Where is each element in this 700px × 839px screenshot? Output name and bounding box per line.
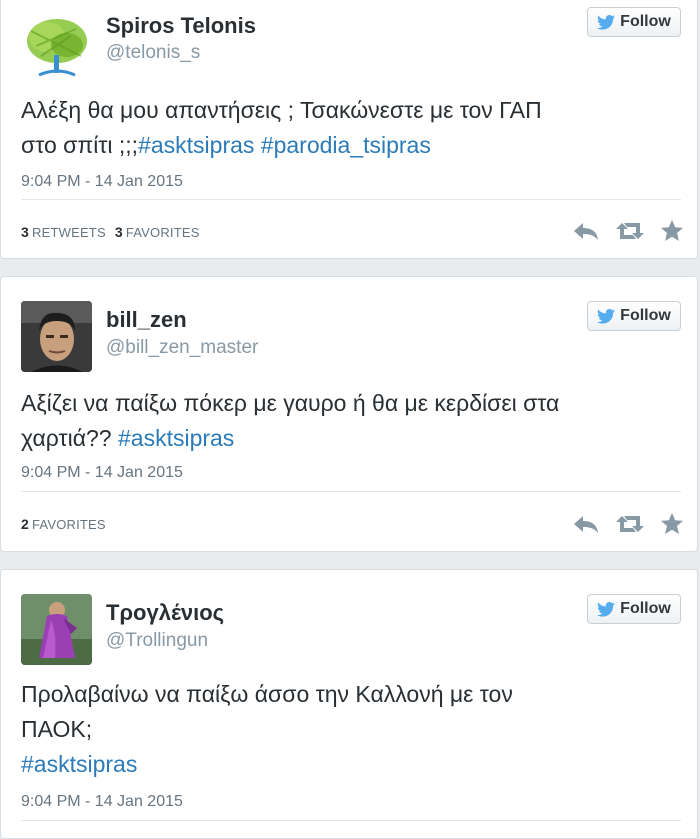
tweet-text-body: Προλαβαίνω να παίξω άσσο την Καλλονή με … — [21, 681, 513, 742]
tweet-actions — [573, 220, 683, 241]
twitter-bird-icon — [597, 308, 616, 324]
avatar[interactable] — [21, 301, 92, 372]
tweet-timestamp[interactable]: 9:04 PM - 14 Jan 2015 — [21, 464, 183, 482]
user-handle[interactable]: @telonis_s — [106, 42, 200, 64]
favorites-label: FAVORITES — [32, 517, 106, 532]
favorites-label: FAVORITES — [125, 225, 200, 240]
user-name[interactable]: Τρογλένιος — [106, 600, 224, 626]
divider — [21, 199, 681, 200]
favorites-stat[interactable]: 3 FAVORITES — [115, 224, 200, 240]
reply-icon[interactable] — [573, 514, 599, 534]
follow-label: Follow — [620, 307, 671, 324]
tweet-card: Spiros Telonis @telonis_s Follow Αλέξη θ… — [0, 0, 698, 259]
retweets-label: RETWEETS — [32, 225, 106, 240]
tweet-stats: 3 RETWEETS 3 FAVORITES — [21, 224, 200, 240]
user-name[interactable]: Spiros Telonis — [106, 13, 256, 39]
hashtag-link[interactable]: #asktsipras — [21, 751, 137, 777]
hashtag-link[interactable]: #asktsipras — [118, 425, 234, 451]
tweet-stats: 2 FAVORITES — [21, 516, 106, 532]
hashtag-link[interactable]: #parodia_tsipras — [261, 132, 431, 158]
tweet-card: bill_zen @bill_zen_master Follow Αξίζει … — [0, 276, 698, 552]
user-handle[interactable]: @bill_zen_master — [106, 337, 258, 359]
favorites-stat[interactable]: 2 FAVORITES — [21, 516, 106, 532]
follow-label: Follow — [620, 13, 671, 30]
follow-label: Follow — [620, 600, 671, 617]
reply-icon[interactable] — [573, 221, 599, 241]
twitter-bird-icon — [597, 601, 616, 617]
tweet-timestamp[interactable]: 9:04 PM - 14 Jan 2015 — [21, 173, 183, 191]
favorites-count: 2 — [21, 516, 29, 532]
tweet-card: Τρογλένιος @Trollingun Follow Προλαβαίνω… — [0, 569, 698, 839]
user-name[interactable]: bill_zen — [106, 307, 187, 333]
avatar[interactable] — [21, 594, 92, 665]
twitter-bird-icon — [597, 14, 616, 30]
star-icon[interactable] — [661, 220, 683, 241]
follow-button[interactable]: Follow — [587, 7, 681, 37]
retweets-stat[interactable]: 3 RETWEETS — [21, 224, 106, 240]
tweet-actions — [573, 513, 683, 534]
follow-button[interactable]: Follow — [587, 301, 681, 331]
follow-button[interactable]: Follow — [587, 594, 681, 624]
star-icon[interactable] — [661, 513, 683, 534]
hashtag-link[interactable]: #asktsipras — [138, 132, 254, 158]
tweet-text: Αξίζει να παίξω πόκερ με γαυρο ή θα με κ… — [21, 386, 671, 456]
tweet-text: Προλαβαίνω να παίξω άσσο την Καλλονή με … — [21, 677, 671, 782]
tweet-text-body: Αξίζει να παίξω πόκερ με γαυρο ή θα με κ… — [21, 390, 560, 451]
user-handle[interactable]: @Trollingun — [106, 630, 208, 652]
retweet-icon[interactable] — [616, 514, 644, 534]
avatar[interactable] — [21, 11, 92, 82]
tweet-text: Αλέξη θα μου απαντήσεις ; Τσακώνεστε με … — [21, 93, 671, 163]
retweets-count: 3 — [21, 224, 29, 240]
divider — [21, 820, 681, 821]
retweet-icon[interactable] — [616, 221, 644, 241]
tweet-timestamp[interactable]: 9:04 PM - 14 Jan 2015 — [21, 793, 183, 811]
favorites-count: 3 — [114, 224, 123, 240]
divider — [21, 491, 681, 492]
